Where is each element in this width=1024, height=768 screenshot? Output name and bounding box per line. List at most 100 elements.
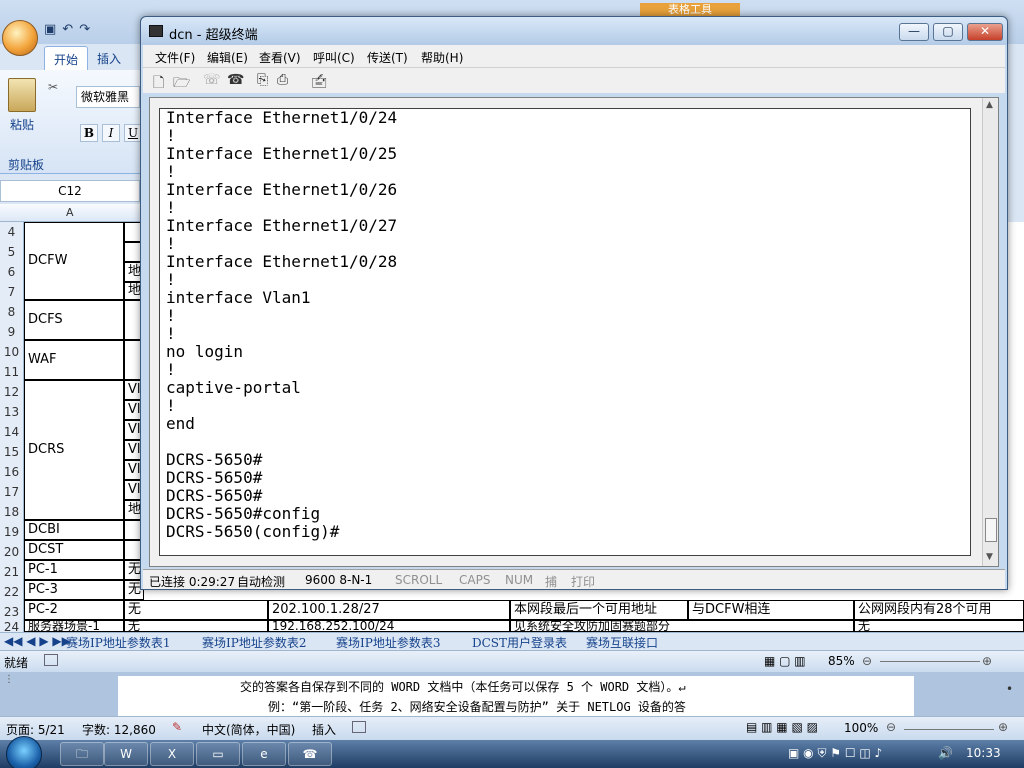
row-number[interactable]: 10 xyxy=(0,342,24,362)
clock[interactable]: 10:33 xyxy=(966,746,1001,760)
send-file-icon[interactable]: ⎘ xyxy=(257,72,268,88)
view-buttons[interactable]: ▤ ▥ ▦ ▧ ▨ xyxy=(746,720,818,734)
insert-mode[interactable]: 插入 xyxy=(312,721,336,738)
grid-cell[interactable]: 202.100.1.28/27 xyxy=(268,600,510,620)
undo-icon[interactable]: ↶ xyxy=(62,22,73,40)
italic-button[interactable]: I xyxy=(102,124,120,142)
menu-edit[interactable]: 编辑(E) xyxy=(207,49,248,66)
proofing-icon[interactable]: ✎ xyxy=(172,720,182,734)
row-number[interactable]: 21 xyxy=(0,562,24,582)
excel-taskbar-icon[interactable]: X xyxy=(150,742,194,766)
zoom-level[interactable]: 100% xyxy=(844,721,878,735)
row-number[interactable]: 16 xyxy=(0,462,24,482)
window-title-bar[interactable]: dcn - 超级终端 — ▢ ✕ xyxy=(141,17,1007,45)
new-connection-icon[interactable]: 🗋 xyxy=(153,72,164,96)
row-number[interactable]: 18 xyxy=(0,502,24,522)
sheet-tab[interactable]: 赛场互联接口 xyxy=(586,634,658,651)
device-cell[interactable]: 服务器场景-1 xyxy=(24,620,124,632)
row-number[interactable]: 8 xyxy=(0,302,24,322)
row-number[interactable]: 14 xyxy=(0,422,24,442)
zoom-out-icon[interactable]: ⊖ xyxy=(886,720,896,734)
sheet-nav-arrows[interactable]: ◀◀ ◀ ▶ ▶▶ xyxy=(4,634,71,648)
row-number[interactable]: 13 xyxy=(0,402,24,422)
grid-cell[interactable]: 无 xyxy=(124,600,268,620)
cut-icon[interactable]: ✂ xyxy=(48,80,58,94)
open-folder-icon[interactable]: 🗁 xyxy=(173,72,190,96)
bold-button[interactable]: B xyxy=(80,124,98,142)
macro-record-icon[interactable] xyxy=(44,654,58,666)
menu-view[interactable]: 查看(V) xyxy=(259,49,301,66)
scroll-thumb[interactable] xyxy=(985,518,997,542)
tab-insert[interactable]: 插入 xyxy=(88,46,130,70)
hyperterminal-taskbar-icon[interactable]: ☎ xyxy=(288,742,332,766)
word-count[interactable]: 字数: 12,860 xyxy=(82,721,156,738)
grid-cell[interactable]: 见系统安全攻防加固赛题部分 xyxy=(510,620,854,632)
device-cell[interactable]: PC-3 xyxy=(24,580,124,600)
scroll-up-arrow[interactable]: ▲ xyxy=(986,100,993,110)
row-number[interactable]: 19 xyxy=(0,522,24,542)
save-icon[interactable]: ▣ xyxy=(44,22,56,40)
ie-taskbar-icon[interactable]: e xyxy=(242,742,286,766)
menu-file[interactable]: 文件(F) xyxy=(155,49,195,66)
scroll-down-arrow[interactable]: ▼ xyxy=(986,552,993,562)
close-button[interactable]: ✕ xyxy=(967,23,1003,41)
grid-cell[interactable]: 公网网段内有28个可用 xyxy=(854,600,1024,620)
maximize-button[interactable]: ▢ xyxy=(933,23,963,41)
table-tools-context-tab[interactable]: 表格工具 xyxy=(640,3,740,17)
device-cell[interactable]: PC-2 xyxy=(24,600,124,620)
word-taskbar-icon[interactable]: W xyxy=(104,742,148,766)
terminal-app-icon[interactable] xyxy=(149,25,163,37)
sheet-tab[interactable]: 赛场IP地址参数表2 xyxy=(202,634,306,651)
grid-cell[interactable]: 无 xyxy=(124,620,268,632)
row-number[interactable]: 15 xyxy=(0,442,24,462)
terminal-taskbar-icon[interactable]: ▭ xyxy=(196,742,240,766)
grid-cell[interactable]: 本网段最后一个可用地址 xyxy=(510,600,688,620)
zoom-in-icon[interactable]: ⊕ xyxy=(982,654,992,668)
explorer-taskbar-icon[interactable]: 🗀 xyxy=(60,742,104,766)
row-number[interactable]: 12 xyxy=(0,382,24,402)
row-number[interactable]: 7 xyxy=(0,282,24,302)
font-name-box[interactable]: 微软雅黑 xyxy=(76,86,140,108)
menu-call[interactable]: 呼叫(C) xyxy=(313,49,355,66)
vertical-scrollbar[interactable]: ▲ ▼ xyxy=(982,98,998,566)
name-box[interactable]: C12 xyxy=(0,180,140,202)
paste-button-label[interactable]: 粘贴 xyxy=(10,116,34,133)
macro-icon[interactable] xyxy=(352,721,366,733)
grid-cell[interactable]: 无 xyxy=(854,620,1024,632)
device-cell[interactable]: DCST xyxy=(24,540,124,560)
tab-home[interactable]: 开始 xyxy=(44,46,89,70)
sheet-tab[interactable]: 赛场IP地址参数表1 xyxy=(66,634,170,651)
device-cell[interactable]: WAF xyxy=(24,340,124,380)
row-number[interactable]: 24 xyxy=(0,622,24,632)
disconnect-icon[interactable]: ☎ xyxy=(227,72,244,88)
zoom-in-icon[interactable]: ⊕ xyxy=(998,720,1008,734)
start-button[interactable] xyxy=(6,736,42,768)
menu-transfer[interactable]: 传送(T) xyxy=(367,49,408,66)
device-cell[interactable]: DCBI xyxy=(24,520,124,540)
menu-help[interactable]: 帮助(H) xyxy=(421,49,463,66)
device-cell[interactable]: PC-1 xyxy=(24,560,124,580)
device-cell[interactable]: DCFS xyxy=(24,300,124,340)
row-number[interactable]: 17 xyxy=(0,482,24,502)
zoom-out-icon[interactable]: ⊖ xyxy=(862,654,872,668)
zoom-slider[interactable] xyxy=(880,661,980,662)
tray-icons[interactable]: ▣ ◉ ⛨ ⚑ ☐ ◫ ♪ xyxy=(788,746,882,761)
receive-file-icon[interactable]: ⎙ xyxy=(277,72,288,88)
terminal-screen[interactable]: Interface Ethernet1/0/24! Interface Ether… xyxy=(159,108,971,556)
word-document-page[interactable]: 交的答案各自保存到不同的 WORD 文档中（本任务可以保存 5 个 WORD 文… xyxy=(118,676,914,716)
paste-icon[interactable] xyxy=(8,78,36,112)
call-icon[interactable]: ☏ xyxy=(203,72,221,88)
minimize-button[interactable]: — xyxy=(899,23,929,41)
sheet-tab[interactable]: DCST用户登录表 xyxy=(472,634,567,651)
column-a-header[interactable]: A xyxy=(66,206,74,219)
row-number[interactable]: 20 xyxy=(0,542,24,562)
row-number[interactable]: 6 xyxy=(0,262,24,282)
sheet-tab[interactable]: 赛场IP地址参数表3 xyxy=(336,634,440,651)
row-number[interactable]: 4 xyxy=(0,222,24,242)
view-buttons[interactable]: ▦ ▢ ▥ xyxy=(764,654,806,668)
volume-icon[interactable]: 🔊 xyxy=(938,746,953,760)
grid-cell[interactable]: 192.168.252.100/24 xyxy=(268,620,510,632)
grid-cell[interactable]: 与DCFW相连 xyxy=(688,600,854,620)
redo-icon[interactable]: ↷ xyxy=(79,22,90,40)
zoom-level[interactable]: 85% xyxy=(828,654,855,668)
